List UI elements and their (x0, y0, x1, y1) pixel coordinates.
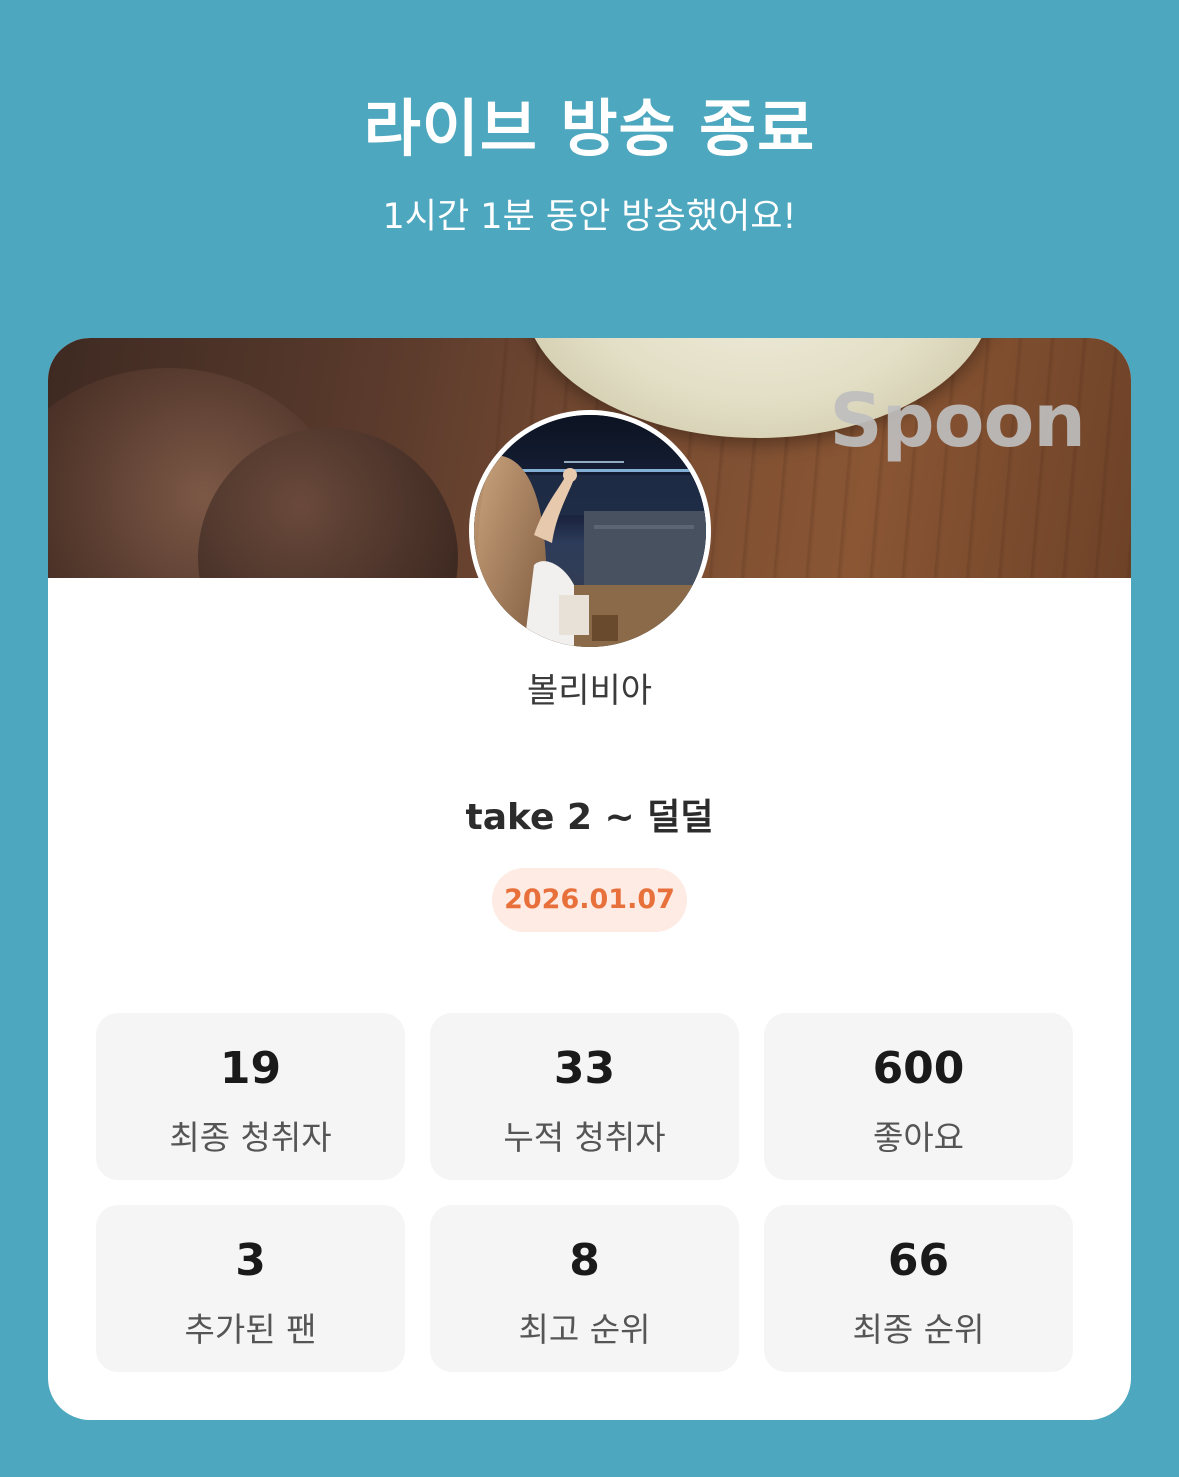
stat-final-rank: 66 최종 순위 (764, 1205, 1073, 1372)
stat-best-rank: 8 최고 순위 (430, 1205, 739, 1372)
broadcast-summary-card: Spoon 볼리비아 take 2 ~ 덜덜 2026.01.07 19 최종 … (48, 338, 1131, 1420)
stat-value: 33 (553, 1043, 616, 1094)
stat-label: 최종 청취자 (169, 1118, 332, 1157)
stats-grid: 19 최종 청취자 33 누적 청취자 600 좋아요 3 추가된 팬 8 최고… (96, 1013, 1074, 1372)
avatar-photo (474, 415, 706, 647)
date-badge: 2026.01.07 (492, 868, 687, 932)
stat-new-fans: 3 추가된 팬 (96, 1205, 405, 1372)
broadcast-title: take 2 ~ 덜덜 (465, 797, 714, 838)
stat-final-listeners: 19 최종 청취자 (96, 1013, 405, 1180)
stat-value: 66 (887, 1235, 950, 1286)
stat-label: 최종 순위 (852, 1310, 985, 1349)
page-title: 라이브 방송 종료 (363, 92, 816, 165)
stat-value: 3 (235, 1235, 266, 1286)
stat-label: 추가된 팬 (184, 1310, 317, 1349)
stat-value: 600 (872, 1043, 965, 1094)
stat-likes: 600 좋아요 (764, 1013, 1073, 1180)
spoon-logo: Spoon (829, 378, 1086, 464)
username: 볼리비아 (526, 671, 653, 711)
stat-label: 누적 청취자 (503, 1118, 666, 1157)
stat-label: 좋아요 (872, 1118, 965, 1157)
stat-value: 19 (219, 1043, 282, 1094)
stat-total-listeners: 33 누적 청취자 (430, 1013, 739, 1180)
stat-label: 최고 순위 (518, 1310, 651, 1349)
broadcast-duration-text: 1시간 1분 동안 방송했어요! (382, 197, 797, 237)
avatar[interactable] (469, 410, 711, 652)
stat-value: 8 (569, 1235, 600, 1286)
